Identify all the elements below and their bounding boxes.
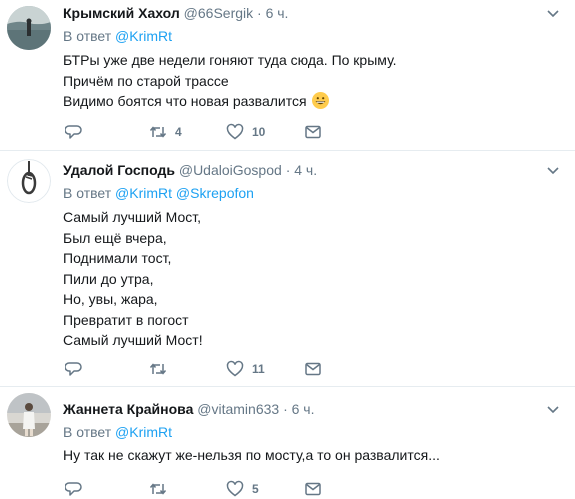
reply-button[interactable] xyxy=(65,122,83,142)
direct-message-button[interactable] xyxy=(304,359,322,379)
reply-context: В ответ @KrimRt xyxy=(63,424,173,440)
retweet-button[interactable] xyxy=(149,479,167,499)
user-handle[interactable]: @vitamin633 xyxy=(197,401,279,417)
tweet-text: БТРы уже две недели гоняют туда сюда. По… xyxy=(63,52,397,109)
retweet-count: 4 xyxy=(175,125,182,139)
like-count: 5 xyxy=(252,482,259,496)
avatar[interactable] xyxy=(7,393,51,437)
avatar[interactable] xyxy=(7,159,51,203)
reply-icon xyxy=(65,362,82,376)
reply-icon xyxy=(65,482,82,496)
reply-icon xyxy=(65,125,82,139)
tweet-2[interactable]: Удалой Господь @UdaloiGospod · 4 ч. В от… xyxy=(0,151,575,386)
heart-icon xyxy=(226,480,244,497)
display-name[interactable]: Удалой Господь xyxy=(63,162,175,178)
envelope-icon xyxy=(305,125,321,139)
like-count: 11 xyxy=(252,362,265,376)
chevron-down-icon[interactable] xyxy=(545,401,561,417)
reply-button[interactable] xyxy=(65,479,83,499)
like-button[interactable]: 10 xyxy=(226,122,265,142)
mention-link[interactable]: @KrimRt xyxy=(115,185,172,201)
heart-icon xyxy=(226,360,244,377)
like-button[interactable]: 5 xyxy=(226,479,259,499)
direct-message-button[interactable] xyxy=(304,479,322,499)
user-handle[interactable]: @UdaloiGospod xyxy=(179,162,282,178)
envelope-icon xyxy=(305,362,321,376)
chevron-down-icon[interactable] xyxy=(545,5,561,21)
display-name[interactable]: Крымский Хахол xyxy=(63,5,180,21)
like-button[interactable]: 11 xyxy=(226,359,265,379)
envelope-icon xyxy=(305,482,321,496)
retweet-icon xyxy=(149,483,167,495)
timestamp[interactable]: · 6 ч. xyxy=(283,401,314,417)
mention-link[interactable]: @KrimRt xyxy=(115,424,172,440)
avatar[interactable] xyxy=(7,6,51,50)
tweet-text: Самый лучший Мост, Был ещё вчера, Подним… xyxy=(63,209,203,348)
direct-message-button[interactable] xyxy=(304,122,322,142)
retweet-icon xyxy=(149,363,167,375)
mention-link[interactable]: @KrimRt xyxy=(115,28,172,44)
retweet-button[interactable] xyxy=(149,359,167,379)
retweet-icon xyxy=(149,126,167,138)
display-name[interactable]: Жаннета Крайнова xyxy=(63,401,193,417)
reply-button[interactable] xyxy=(65,359,83,379)
user-handle[interactable]: @66Sergik xyxy=(184,5,253,21)
retweet-button[interactable]: 4 xyxy=(149,122,182,142)
tweet-1[interactable]: Крымский Хахол @66Sergik · 6 ч. В ответ … xyxy=(0,0,575,150)
reply-context: В ответ @KrimRt @Skrepofon xyxy=(63,185,254,201)
tweet-text: Ну так не скажут же-нельзя по мосту,а то… xyxy=(63,447,440,463)
reply-context: В ответ @KrimRt xyxy=(63,28,173,44)
heart-icon xyxy=(226,123,244,140)
grinning-face-icon xyxy=(312,92,330,109)
mention-link[interactable]: @Skrepofon xyxy=(176,185,254,201)
timestamp[interactable]: · 4 ч. xyxy=(286,162,317,178)
timestamp[interactable]: · 6 ч. xyxy=(257,5,288,21)
like-count: 10 xyxy=(252,125,266,139)
tweet-3[interactable]: Жаннета Крайнова @vitamin633 · 6 ч. В от… xyxy=(0,387,575,499)
chevron-down-icon[interactable] xyxy=(545,162,561,178)
